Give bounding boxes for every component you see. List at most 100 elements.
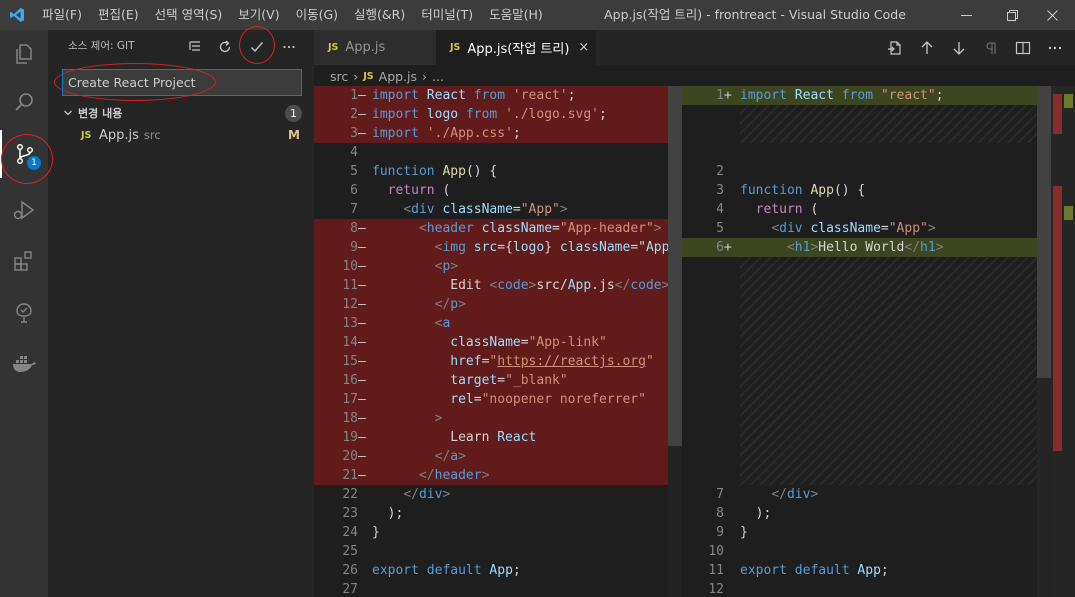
tab-app-js-working-tree[interactable]: JS App.js(작업 트리) × (436, 30, 596, 65)
line-number: 6 (716, 240, 724, 255)
remote-explorer-button[interactable] (0, 289, 48, 337)
refresh-button[interactable] (213, 35, 237, 59)
tab-app-js[interactable]: JS App.js (314, 30, 436, 65)
scrollbar-thumb[interactable] (668, 86, 682, 446)
code-line[interactable]: 14— className="App-link" (314, 333, 682, 352)
vscode-logo-icon (0, 0, 34, 30)
editor-more-actions-button[interactable] (1042, 35, 1068, 61)
code-line[interactable]: 27 (314, 580, 682, 597)
code-line[interactable]: 5 <div className="App"> (682, 219, 1075, 238)
previous-change-button[interactable] (914, 35, 940, 61)
menu-run[interactable]: 실행(&R) (346, 0, 413, 30)
code-line[interactable]: 26 export default App; (314, 561, 682, 580)
explorer-button[interactable] (0, 30, 48, 78)
breadcrumb-folder[interactable]: src (330, 69, 348, 84)
code-line[interactable]: 7 <div className="App"> (314, 200, 682, 219)
docker-button[interactable] (0, 340, 48, 388)
code-line[interactable]: 25 (314, 542, 682, 561)
menu-file[interactable]: 파일(F) (34, 0, 90, 30)
code-line[interactable]: 11 export default App; (682, 561, 1075, 580)
diff-original-pane[interactable]: 1— import React from 'react'; 2— import log… (314, 86, 682, 597)
code-line[interactable]: 18— > (314, 409, 682, 428)
code-line[interactable]: 6 return ( (314, 181, 682, 200)
code-text: className="App-link" (450, 335, 607, 350)
code-line[interactable]: 7 </div> (682, 485, 1075, 504)
code-line[interactable]: 8 ); (682, 504, 1075, 523)
extensions-button[interactable] (0, 237, 48, 285)
overview-ruler[interactable] (1051, 86, 1075, 597)
menu-terminal[interactable]: 터미널(T) (413, 0, 481, 30)
ellipsis-icon (283, 45, 295, 49)
code-line[interactable]: 10 (682, 542, 1075, 561)
code-line[interactable]: 13— <a (314, 314, 682, 333)
code-line[interactable]: 1 + import React from "react"; (682, 86, 1075, 105)
tab-close-icon[interactable]: × (578, 40, 589, 55)
code-text: import React from "react"; (740, 88, 944, 103)
code-line[interactable]: 3— import './App.css'; (314, 124, 682, 143)
original-pane-scrollbar[interactable] (668, 86, 682, 597)
menu-help[interactable]: 도움말(H) (481, 0, 551, 30)
code-line[interactable]: 17— rel="noopener noreferrer" (314, 390, 682, 409)
commit-message-input[interactable] (62, 69, 302, 96)
minimize-button[interactable] (943, 0, 989, 30)
changes-group-header[interactable]: 변경 내용 1 (48, 102, 314, 124)
code-line[interactable]: 12 (682, 580, 1075, 597)
menu-selection[interactable]: 선택 영역(S) (147, 0, 231, 30)
code-line[interactable]: 20— </a> (314, 447, 682, 466)
changed-file-row[interactable]: JS App.js src M (48, 124, 314, 146)
run-debug-button[interactable] (0, 186, 48, 234)
code-line[interactable]: 10— <p> (314, 257, 682, 276)
code-line[interactable]: 24} (314, 523, 682, 542)
close-window-button[interactable] (1029, 0, 1075, 30)
open-file-button[interactable] (882, 35, 908, 61)
code-line[interactable]: 5 function App() { (314, 162, 682, 181)
close-icon (1046, 9, 1058, 21)
line-number: 18 (342, 411, 358, 426)
split-editor-button[interactable] (1010, 35, 1036, 61)
scrollbar-thumb[interactable] (1037, 86, 1051, 378)
source-control-button[interactable]: 1 (0, 130, 48, 178)
menu-go[interactable]: 이동(G) (288, 0, 346, 30)
code-line[interactable]: 3 function App() { (682, 181, 1075, 200)
diff-marker: — (358, 392, 366, 407)
code-line[interactable]: 22 </div> (314, 485, 682, 504)
code-line[interactable]: 23 ); (314, 504, 682, 523)
code-line[interactable]: 2— import logo from './logo.svg'; (314, 105, 682, 124)
commit-button[interactable] (245, 35, 269, 59)
menu-edit[interactable]: 편집(E) (90, 0, 147, 30)
line-number: 17 (342, 392, 358, 407)
show-whitespace-button[interactable] (978, 35, 1004, 61)
code-line[interactable]: 4 (314, 143, 682, 162)
code-line[interactable]: 9} (682, 523, 1075, 542)
code-line[interactable]: 9— <img src={logo} className="App-lo (314, 238, 682, 257)
diff-marker: — (358, 411, 366, 426)
code-line[interactable]: 12— </p> (314, 295, 682, 314)
diff-marker: — (358, 449, 366, 464)
code-text: <div className="App"> (403, 202, 568, 217)
docker-icon (13, 356, 36, 372)
code-line[interactable]: 15— href="https://reactjs.org" (314, 352, 682, 371)
code-line[interactable]: 16— target="_blank" (314, 371, 682, 390)
code-line[interactable]: 2 (682, 162, 1075, 181)
diff-modified-pane[interactable]: 1 + import React from "react"; 2 3 function A… (682, 86, 1075, 597)
more-actions-button[interactable] (277, 35, 301, 59)
code-line[interactable]: 4 return ( (682, 200, 1075, 219)
line-number: 3 (350, 126, 358, 141)
menu-view[interactable]: 보기(V) (230, 0, 287, 30)
code-line[interactable]: 1— import React from 'react'; (314, 86, 682, 105)
diff-marker: — (358, 107, 366, 122)
next-change-button[interactable] (946, 35, 972, 61)
code-line[interactable]: 19— Learn React (314, 428, 682, 447)
diff-marker: — (358, 316, 366, 331)
breadcrumb-symbols[interactable]: ... (432, 69, 444, 84)
line-number: 8 (350, 221, 358, 236)
search-button[interactable] (0, 78, 48, 126)
modified-pane-scrollbar[interactable] (1037, 86, 1051, 597)
code-line[interactable]: 21— </header> (314, 466, 682, 485)
code-line[interactable]: 6 + <h1>Hello World</h1> (682, 238, 1075, 257)
view-as-tree-button[interactable] (183, 35, 207, 59)
line-number: 10 (708, 544, 724, 559)
code-line[interactable]: 8— <header className="App-header"> (314, 219, 682, 238)
breadcrumb-file[interactable]: App.js (379, 69, 417, 84)
code-line[interactable]: 11— Edit <code>src/App.js</code> an (314, 276, 682, 295)
